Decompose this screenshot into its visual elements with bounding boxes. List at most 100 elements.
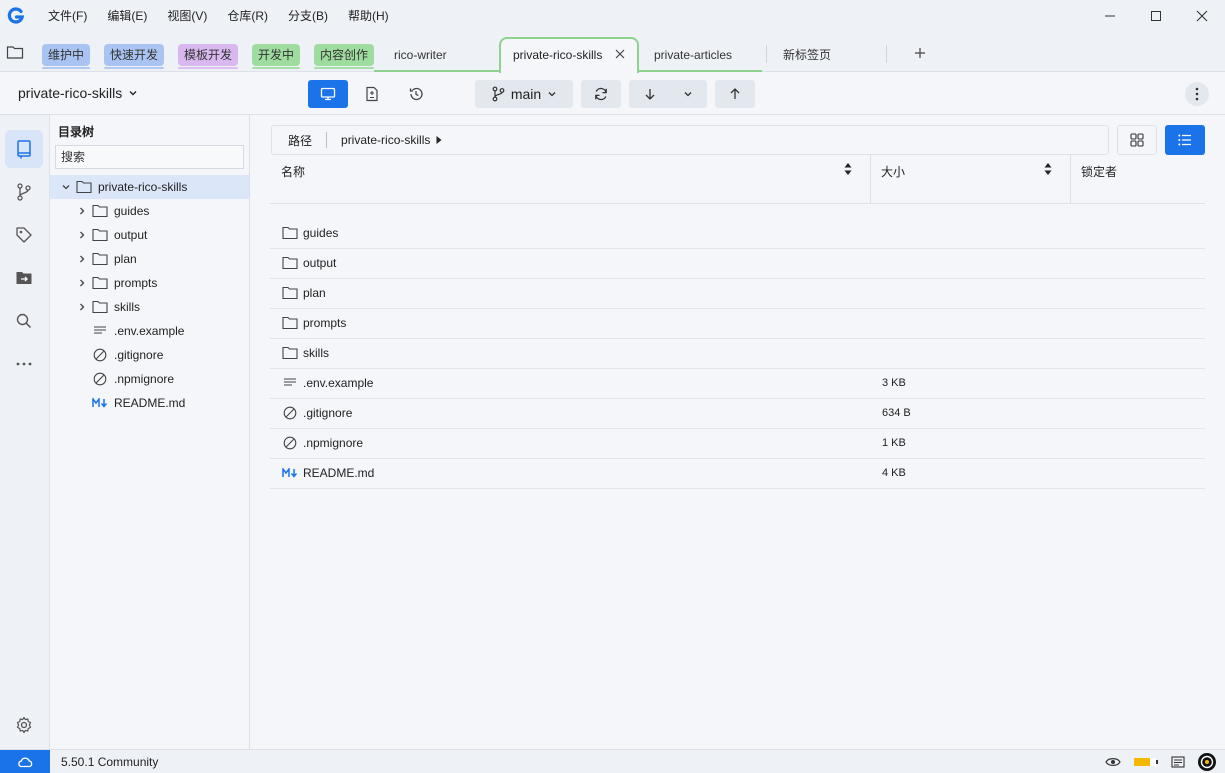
folder-icon: [92, 228, 108, 242]
settings-button[interactable]: [5, 706, 43, 744]
chevron-right-icon[interactable]: [76, 278, 88, 288]
workspace-activity-button[interactable]: [5, 130, 43, 168]
row-name: guides: [303, 226, 339, 240]
tab-group-chip[interactable]: 维护中: [42, 44, 91, 69]
table-row[interactable]: output: [270, 249, 1205, 279]
tab-group-chip[interactable]: 开发中: [252, 44, 301, 69]
column-header-locker[interactable]: 锁定者: [1070, 155, 1205, 204]
sort-icon[interactable]: [1044, 162, 1052, 176]
more-activity-button[interactable]: [5, 345, 43, 383]
search-activity-button[interactable]: [5, 302, 43, 340]
folder-icon: [92, 300, 108, 314]
tree-file-item[interactable]: .env.example: [50, 319, 249, 343]
chevron-down-icon: [129, 91, 137, 96]
table-row[interactable]: .env.example 3 KB: [270, 369, 1205, 399]
minimize-button[interactable]: [1087, 0, 1133, 32]
menu-help[interactable]: 帮助(H): [338, 0, 399, 32]
menu-file[interactable]: 文件(F): [38, 0, 97, 32]
tree-file-item[interactable]: README.md: [50, 391, 249, 415]
column-header-size[interactable]: 大小: [870, 155, 1070, 204]
cloud-status-button[interactable]: [0, 750, 50, 773]
chevron-down-icon[interactable]: [60, 182, 72, 192]
table-row[interactable]: guides: [270, 219, 1205, 249]
battery-indicator-icon[interactable]: [1133, 756, 1159, 768]
markdown-icon: [282, 468, 298, 478]
tab-group-chip[interactable]: 内容创作: [314, 44, 375, 69]
tree-search-input[interactable]: [55, 145, 244, 169]
tree-folder-item[interactable]: prompts: [50, 271, 249, 295]
arrow-down-icon: [645, 89, 655, 100]
table-row[interactable]: README.md 4 KB: [270, 459, 1205, 489]
chevron-right-icon[interactable]: [76, 254, 88, 264]
menu-edit[interactable]: 编辑(E): [97, 0, 157, 32]
history-view-button[interactable]: [396, 80, 436, 108]
menu-view[interactable]: 视图(V): [157, 0, 217, 32]
tree-folder-item[interactable]: skills: [50, 295, 249, 319]
open-folder-icon[interactable]: [6, 44, 26, 64]
tab-rico-writer[interactable]: rico-writer: [394, 44, 447, 66]
repo-selector[interactable]: private-rico-skills: [18, 85, 138, 101]
status-bar: 5.50.1 Community: [0, 749, 1225, 773]
table-row[interactable]: plan: [270, 279, 1205, 309]
folder-icon: [282, 226, 298, 240]
table-row[interactable]: .npmignore 1 KB: [270, 429, 1205, 459]
chevron-down-icon[interactable]: [683, 89, 693, 99]
row-name: prompts: [303, 316, 347, 330]
chevron-right-icon[interactable]: [76, 206, 88, 216]
chevron-right-icon[interactable]: [76, 230, 88, 240]
tree-item-label: .gitignore: [114, 348, 164, 362]
push-button[interactable]: [715, 80, 755, 108]
tree-file-item[interactable]: .gitignore: [50, 343, 249, 367]
notes-icon[interactable]: [1171, 756, 1185, 768]
branch-selector[interactable]: main: [475, 80, 573, 108]
tree-root-item[interactable]: private-rico-skills: [50, 175, 249, 199]
menu-repository[interactable]: 仓库(R): [217, 0, 278, 32]
caret-right-icon[interactable]: [436, 136, 442, 144]
column-header-name[interactable]: 名称: [270, 155, 870, 204]
account-avatar-icon[interactable]: [1197, 752, 1217, 772]
pull-button[interactable]: [629, 80, 707, 108]
row-name: .npmignore: [303, 436, 364, 450]
chevron-right-icon[interactable]: [76, 302, 88, 312]
path-segment[interactable]: private-rico-skills: [341, 133, 430, 147]
tree-folder-item[interactable]: guides: [50, 199, 249, 223]
path-divider: [326, 132, 328, 148]
list-view-button[interactable]: [1165, 125, 1205, 155]
history-icon: [409, 87, 423, 101]
workspace-view-button[interactable]: [308, 80, 348, 108]
tab-new[interactable]: 新标签页: [783, 44, 831, 66]
changes-view-button[interactable]: [352, 80, 392, 108]
tab-private-rico-skills[interactable]: private-rico-skills: [499, 37, 639, 73]
eye-icon[interactable]: [1105, 756, 1121, 768]
tree-folder-item[interactable]: output: [50, 223, 249, 247]
maximize-button[interactable]: [1133, 0, 1179, 32]
close-window-button[interactable]: [1179, 0, 1225, 32]
folder-icon: [76, 180, 92, 194]
monitor-icon: [320, 87, 336, 101]
row-size: 4 KB: [882, 467, 906, 479]
tab-private-articles[interactable]: private-articles: [654, 44, 732, 66]
folder-icon: [92, 252, 108, 266]
submodules-activity-button[interactable]: [5, 259, 43, 297]
add-tab-button[interactable]: [913, 46, 927, 60]
sort-icon[interactable]: [844, 162, 852, 176]
folder-icon: [282, 286, 298, 300]
tree-folder-item[interactable]: plan: [50, 247, 249, 271]
tree-item-label: plan: [114, 252, 137, 266]
close-tab-icon[interactable]: [615, 49, 625, 59]
more-options-button[interactable]: [1185, 82, 1209, 106]
tab-group-chip[interactable]: 模板开发: [178, 44, 239, 69]
more-vertical-icon: [1195, 87, 1199, 101]
table-row[interactable]: prompts: [270, 309, 1205, 339]
tree-file-item[interactable]: .npmignore: [50, 367, 249, 391]
refresh-button[interactable]: [581, 80, 621, 108]
menu-branch[interactable]: 分支(B): [278, 0, 338, 32]
table-row[interactable]: .gitignore 634 B: [270, 399, 1205, 429]
table-row[interactable]: skills: [270, 339, 1205, 369]
branches-activity-button[interactable]: [5, 173, 43, 211]
menubar: 文件(F) 编辑(E) 视图(V) 仓库(R) 分支(B) 帮助(H): [0, 0, 1225, 32]
tree-item-label: prompts: [114, 276, 158, 290]
grid-view-button[interactable]: [1117, 125, 1157, 155]
tab-group-chip[interactable]: 快速开发: [104, 44, 165, 69]
tags-activity-button[interactable]: [5, 216, 43, 254]
